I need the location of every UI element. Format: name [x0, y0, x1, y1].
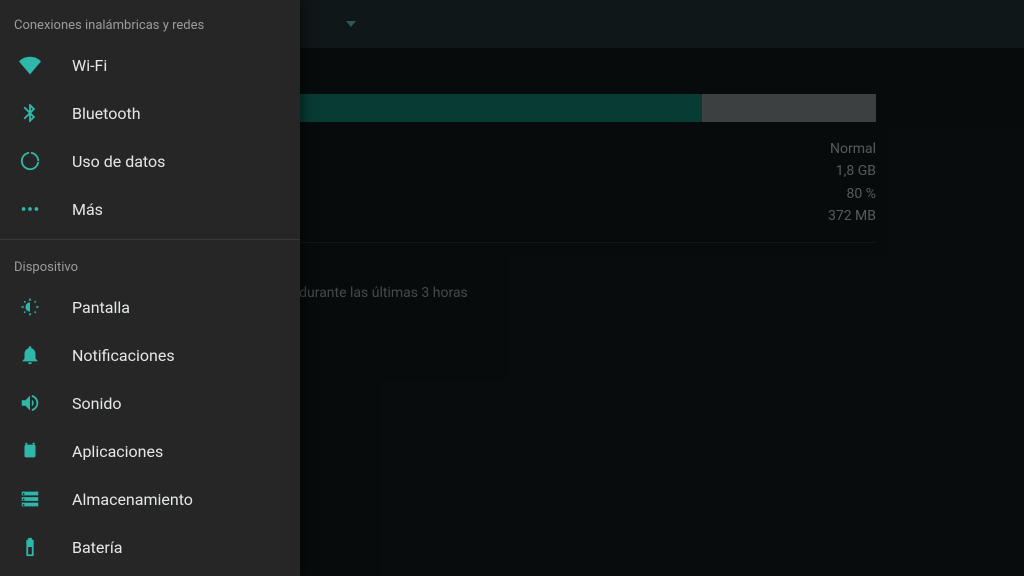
sidebar-item-label: Batería	[72, 538, 122, 557]
sidebar-item-label: Aplicaciones	[72, 442, 163, 461]
sidebar-item-notifications[interactable]: Notificaciones	[0, 331, 300, 379]
drawer-divider	[0, 239, 300, 240]
notifications-icon	[18, 343, 42, 367]
sidebar-item-battery[interactable]: Batería	[0, 523, 300, 571]
settings-drawer: Conexiones inalámbricas y redes Wi-Fi Bl…	[0, 0, 300, 576]
sidebar-item-storage[interactable]: Almacenamiento	[0, 475, 300, 523]
storage-icon	[18, 487, 42, 511]
sidebar-item-sound[interactable]: Sonido	[0, 379, 300, 427]
sidebar-item-label: Sonido	[72, 394, 122, 413]
battery-icon	[18, 535, 42, 559]
sidebar-item-label: Wi-Fi	[72, 56, 107, 75]
sidebar-item-bluetooth[interactable]: Bluetooth	[0, 89, 300, 137]
section-header-wireless: Conexiones inalámbricas y redes	[0, 4, 300, 41]
sound-icon	[18, 391, 42, 415]
wifi-icon	[18, 53, 42, 77]
sidebar-item-wifi[interactable]: Wi-Fi	[0, 41, 300, 89]
sidebar-item-data-usage[interactable]: Uso de datos	[0, 137, 300, 185]
display-icon	[18, 295, 42, 319]
sidebar-item-label: Pantalla	[72, 298, 130, 317]
section-header-device: Dispositivo	[0, 246, 300, 283]
sidebar-item-apps[interactable]: Aplicaciones	[0, 427, 300, 475]
sidebar-item-label: Uso de datos	[72, 152, 165, 171]
bluetooth-icon	[18, 101, 42, 125]
sidebar-item-label: Notificaciones	[72, 346, 175, 365]
sidebar-item-display[interactable]: Pantalla	[0, 283, 300, 331]
sidebar-item-label: Bluetooth	[72, 104, 141, 123]
sidebar-item-label: Más	[72, 200, 103, 219]
data-usage-icon	[18, 149, 42, 173]
sidebar-item-more[interactable]: Más	[0, 185, 300, 233]
more-icon	[18, 197, 42, 221]
sidebar-item-label: Almacenamiento	[72, 490, 193, 509]
apps-icon	[18, 439, 42, 463]
